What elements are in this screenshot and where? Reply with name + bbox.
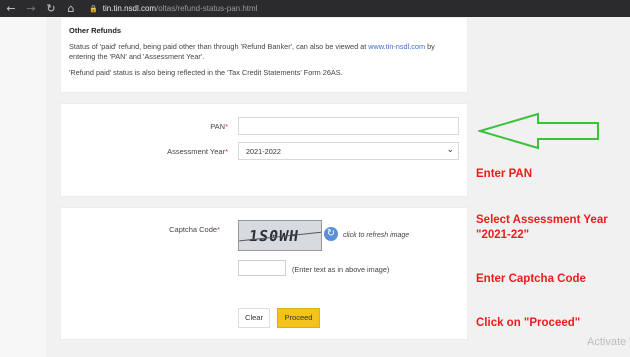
back-icon[interactable]: ← — [3, 2, 19, 15]
select-ay-annotation-line1: Select Assessment Year — [476, 214, 608, 226]
assessment-year-value: 2021-2022 — [246, 147, 281, 156]
proceed-button[interactable]: Proceed — [277, 308, 320, 328]
refresh-captcha-link[interactable]: click to refresh image — [343, 232, 409, 239]
activate-windows-watermark: Activate W — [587, 336, 630, 348]
para1-pre: Status of 'paid' refund, being paid othe… — [69, 42, 369, 51]
captcha-input[interactable] — [238, 260, 286, 276]
home-icon[interactable]: ⌂ — [63, 2, 79, 15]
clear-button[interactable]: Clear — [238, 308, 270, 328]
required-mark: * — [225, 147, 228, 156]
other-refunds-heading: Other Refunds — [69, 26, 122, 35]
left-arrow-icon — [478, 112, 599, 150]
browser-toolbar: ← → ↻ ⌂ 🔒 tin.tin.nsdl.com/oltas/refund-… — [0, 0, 630, 17]
captcha-hint: (Enter text as in above image) — [292, 265, 390, 274]
refund-paid-text: 'Refund paid' status is also being refle… — [69, 68, 343, 77]
pan-form-panel: PAN* Assessment Year* 2021-2022 ⌄ — [60, 103, 468, 197]
other-refunds-panel: Other Refunds Status of 'paid' refund, b… — [60, 17, 468, 93]
enter-captcha-annotation: Enter Captcha Code — [476, 273, 586, 285]
captcha-image: 1S0WH — [238, 220, 322, 251]
address-bar[interactable]: 🔒 tin.tin.nsdl.com/oltas/refund-status-p… — [89, 4, 257, 13]
assessment-year-label: Assessment Year* — [167, 147, 228, 156]
lock-icon: 🔒 — [89, 4, 98, 13]
captcha-panel: Captcha Code* 1S0WH ↻ click to refresh i… — [60, 207, 468, 340]
required-mark: * — [217, 225, 220, 234]
chevron-down-icon: ⌄ — [446, 145, 454, 155]
captcha-label: Captcha Code* — [169, 225, 220, 234]
forward-icon[interactable]: → — [23, 2, 39, 15]
required-mark: * — [225, 122, 228, 131]
enter-pan-annotation: Enter PAN — [476, 168, 533, 180]
pan-input[interactable] — [238, 117, 459, 135]
url-path: /oltas/refund-status-pan.html — [156, 4, 258, 13]
select-ay-annotation-line2: "2021-22" — [476, 229, 530, 241]
assessment-year-select[interactable]: 2021-2022 ⌄ — [238, 142, 459, 160]
click-proceed-annotation: Click on "Proceed" — [476, 317, 581, 329]
tin-nsdl-link[interactable]: www.tin-nsdl.com — [368, 42, 425, 51]
left-gutter — [0, 17, 46, 357]
reload-icon[interactable]: ↻ — [43, 2, 59, 15]
refresh-icon[interactable]: ↻ — [324, 227, 338, 241]
url-host: tin.tin.nsdl.com — [102, 4, 157, 13]
other-refunds-text: Status of 'paid' refund, being paid othe… — [69, 42, 459, 62]
pan-label: PAN* — [210, 122, 228, 131]
